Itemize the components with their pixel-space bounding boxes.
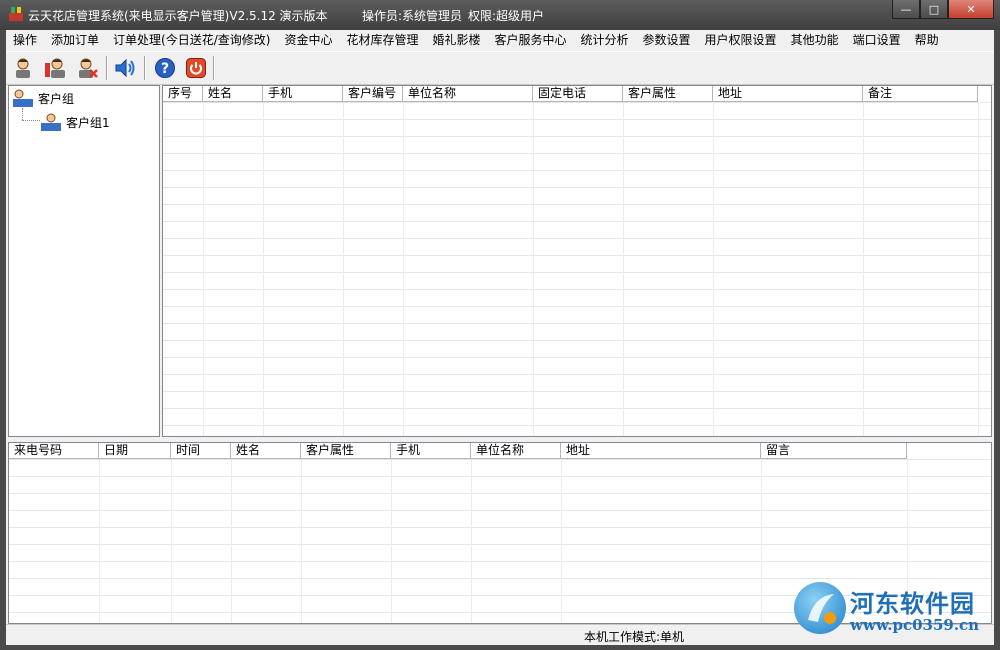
column-header[interactable]: 时间 — [171, 443, 231, 458]
minimize-button[interactable]: — — [892, 0, 920, 19]
add-customer-button[interactable] — [10, 56, 36, 80]
tree-connector — [22, 120, 40, 121]
menu-other[interactable]: 其他功能 — [784, 30, 846, 50]
menu-user-permissions[interactable]: 用户权限设置 — [698, 30, 784, 50]
delete-customer-button[interactable] — [74, 56, 100, 80]
column-header[interactable]: 固定电话 — [533, 86, 623, 101]
maximize-button[interactable]: □ — [920, 0, 948, 19]
menu-order-processing[interactable]: 订单处理(今日送花/查询修改) — [106, 30, 277, 50]
menu-statistics[interactable]: 统计分析 — [574, 30, 636, 50]
toolbar-separator — [106, 56, 108, 80]
column-header[interactable]: 来电号码 — [9, 443, 99, 458]
column-header[interactable]: 姓名 — [231, 443, 301, 458]
column-header[interactable]: 备注 — [863, 86, 978, 101]
menu-bar: 操作 添加订单 订单处理(今日送花/查询修改) 资金中心 花材库存管理 婚礼影楼… — [6, 30, 994, 50]
help-icon: ? — [155, 58, 175, 78]
tree-node-label: 客户组 — [38, 91, 75, 106]
menu-inventory[interactable]: 花材库存管理 — [339, 30, 425, 50]
column-divider — [403, 102, 404, 436]
column-divider — [623, 102, 624, 436]
watermark: 河东软件园 www.pc0359.cn — [794, 582, 994, 640]
customer-group-icon — [13, 89, 33, 107]
menu-parameters[interactable]: 参数设置 — [636, 30, 698, 50]
edit-customer-icon — [45, 58, 65, 78]
column-divider — [761, 459, 762, 623]
permission-label: 权限:超级用户 — [468, 9, 545, 23]
delete-customer-icon — [79, 58, 98, 78]
power-icon — [186, 58, 206, 78]
column-divider — [561, 459, 562, 623]
column-divider — [171, 459, 172, 623]
column-header[interactable]: 地址 — [713, 86, 863, 101]
column-divider — [99, 459, 100, 623]
column-divider — [533, 102, 534, 436]
menu-help[interactable]: 帮助 — [908, 30, 946, 50]
column-divider — [391, 459, 392, 623]
menu-port-settings[interactable]: 端口设置 — [846, 30, 908, 50]
column-divider — [301, 459, 302, 623]
watermark-name: 河东软件园 — [850, 589, 975, 618]
help-button[interactable]: ? — [152, 56, 178, 80]
column-divider — [203, 102, 204, 436]
tree-node-label: 客户组1 — [66, 115, 110, 130]
column-header[interactable]: 留言 — [761, 443, 907, 458]
app-icon — [9, 7, 23, 21]
speaker-button[interactable] — [112, 56, 138, 80]
column-header[interactable]: 手机 — [391, 443, 471, 458]
edit-customer-button[interactable] — [42, 56, 68, 80]
title-bar[interactable]: 云天花店管理系统(来电显示客户管理)V2.5.12 演示版本 操作员:系统管理员… — [0, 0, 1000, 30]
toolbar-separator — [213, 56, 215, 80]
menu-wedding[interactable]: 婚礼影楼 — [425, 30, 487, 50]
column-divider — [471, 459, 472, 623]
column-divider — [231, 459, 232, 623]
calls-grid-header: 来电号码 日期 时间 姓名 客户属性 手机 单位名称 地址 留言 — [9, 443, 907, 459]
customer-grid-header: 序号 姓名 手机 客户编号 单位名称 固定电话 客户属性 地址 备注 — [163, 86, 978, 102]
speaker-icon — [115, 58, 135, 78]
menu-add-order[interactable]: 添加订单 — [44, 30, 106, 50]
close-button[interactable]: ✕ — [948, 0, 994, 19]
window-title: 云天花店管理系统(来电显示客户管理)V2.5.12 演示版本 — [28, 9, 328, 23]
client-area: 操作 添加订单 订单处理(今日送花/查询修改) 资金中心 花材库存管理 婚礼影楼… — [6, 30, 994, 645]
customer-grid[interactable]: 序号 姓名 手机 客户编号 单位名称 固定电话 客户属性 地址 备注 — [162, 85, 992, 437]
column-divider — [863, 102, 864, 436]
tree-node-group1[interactable]: 客户组1 — [39, 112, 110, 132]
work-mode-status: 本机工作模式:单机 — [584, 630, 685, 644]
toolbar: ? — [6, 51, 994, 85]
add-customer-icon — [16, 58, 30, 78]
svg-text:?: ? — [161, 61, 169, 77]
column-divider — [713, 102, 714, 436]
menu-operate[interactable]: 操作 — [6, 30, 44, 50]
column-header[interactable]: 客户属性 — [623, 86, 713, 101]
column-divider — [263, 102, 264, 436]
column-header[interactable]: 序号 — [163, 86, 203, 101]
watermark-url: www.pc0359.cn — [850, 616, 980, 634]
column-header[interactable]: 地址 — [561, 443, 761, 458]
customer-group-tree[interactable]: 客户组 客户组1 — [8, 85, 160, 437]
menu-funds[interactable]: 资金中心 — [277, 30, 339, 50]
window-controls: — □ ✕ — [892, 0, 994, 20]
column-divider — [978, 102, 979, 436]
toolbar-separator — [144, 56, 146, 80]
column-header[interactable]: 单位名称 — [471, 443, 561, 458]
customer-group-icon — [41, 113, 61, 131]
tree-connector — [22, 108, 23, 120]
column-divider — [343, 102, 344, 436]
column-header[interactable]: 单位名称 — [403, 86, 533, 101]
column-header[interactable]: 客户编号 — [343, 86, 403, 101]
column-header[interactable]: 手机 — [263, 86, 343, 101]
customer-grid-body[interactable] — [163, 102, 991, 436]
tree-node-root[interactable]: 客户组 — [11, 88, 74, 108]
watermark-logo — [794, 582, 846, 634]
app-window: 云天花店管理系统(来电显示客户管理)V2.5.12 演示版本 操作员:系统管理员… — [0, 0, 1000, 650]
column-header[interactable]: 客户属性 — [301, 443, 391, 458]
column-header[interactable]: 姓名 — [203, 86, 263, 101]
column-header[interactable]: 日期 — [99, 443, 171, 458]
exit-button[interactable] — [183, 56, 209, 80]
menu-customer-service[interactable]: 客户服务中心 — [488, 30, 574, 50]
watermark-logo-icon — [808, 594, 836, 624]
operator-label: 操作员:系统管理员 — [362, 9, 463, 23]
